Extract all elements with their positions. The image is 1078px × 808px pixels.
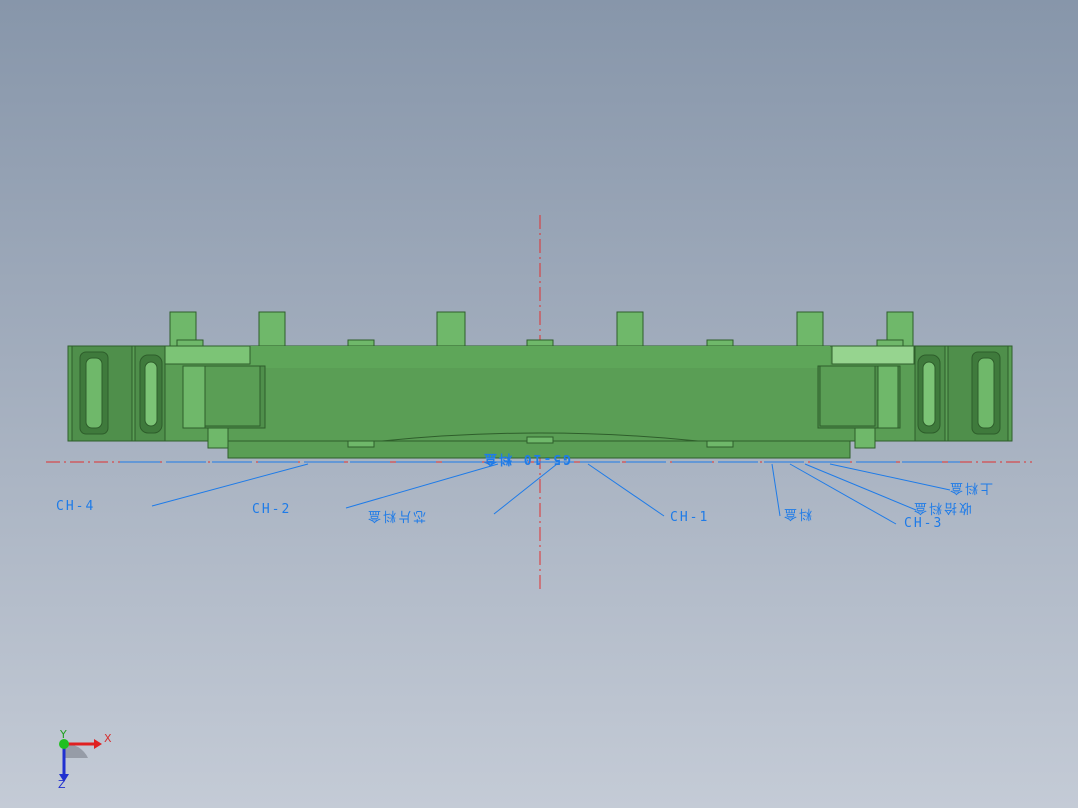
- annotation-flipped-g5-box[interactable]: G5-10 料盒: [482, 451, 571, 470]
- pin-flat: [526, 339, 554, 347]
- z-axis-label: Z: [58, 778, 66, 791]
- annotation-flipped-collect-box[interactable]: 收拾料盒: [912, 500, 972, 519]
- left-clamp: [71, 345, 166, 442]
- top-pins: [169, 311, 914, 347]
- pin-flat: [706, 339, 734, 347]
- pin: [436, 311, 466, 347]
- pin-flat: [876, 339, 904, 347]
- pin: [796, 311, 824, 347]
- bottom-hole: [526, 436, 554, 444]
- right-clamp: [914, 345, 1009, 442]
- annotation-ch2[interactable]: CH-2: [252, 502, 291, 517]
- coordinate-triad: X Y Z: [48, 728, 118, 792]
- pin-flat: [176, 339, 204, 347]
- left-block-top: [164, 345, 251, 365]
- annotation-flipped-chip-box[interactable]: 芯片料盒: [366, 508, 426, 527]
- x-axis-label: X: [104, 732, 112, 745]
- y-axis-label: Y: [60, 728, 67, 741]
- pin: [258, 311, 286, 347]
- annotation-ch1[interactable]: CH-1: [670, 510, 709, 525]
- pin-flat: [347, 339, 375, 347]
- bottom-hole: [347, 440, 375, 448]
- right-block-top: [831, 345, 915, 365]
- model-view-canvas[interactable]: [0, 0, 1078, 808]
- pin: [616, 311, 644, 347]
- annotation-flipped-box[interactable]: 料盒: [782, 506, 812, 525]
- cad-viewport[interactable]: CH-4 CH-2 CH-1 CH-3 芯片料盒 G5-10 料盒 料盒 收拾料…: [0, 0, 1078, 808]
- annotation-ch4[interactable]: CH-4: [56, 499, 95, 514]
- bottom-hole: [706, 440, 734, 448]
- main-plate-top-highlight: [250, 346, 830, 368]
- annotation-flipped-load-box[interactable]: 上料盒: [948, 480, 993, 499]
